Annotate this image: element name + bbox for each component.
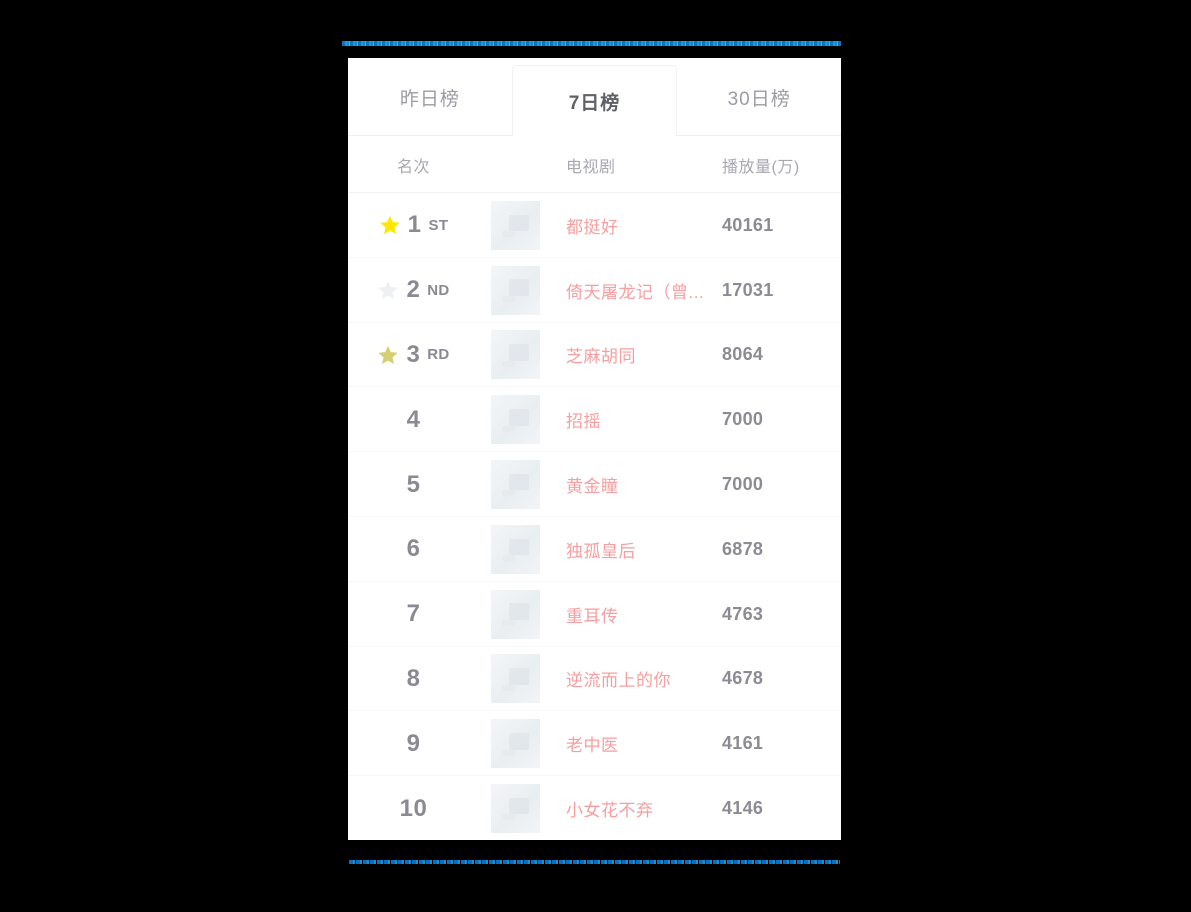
rank-cell: 4 — [348, 405, 479, 433]
table-row[interactable]: 4 招摇 7000 — [348, 387, 841, 452]
rank-number: 6 — [406, 535, 421, 563]
rank-cell: 6 — [348, 537, 479, 561]
table-row[interactable]: 3 RD 芝麻胡同 8064 — [348, 323, 841, 388]
tab-label: 30日榜 — [727, 88, 791, 110]
rank-number: 1 — [407, 211, 422, 239]
bottom-accent-bar — [349, 860, 840, 864]
show-thumbnail[interactable] — [491, 719, 540, 769]
thumbnail-cell — [479, 200, 552, 250]
tab-2[interactable]: 30日榜 — [677, 58, 841, 136]
thumbnail-cell — [479, 654, 552, 704]
column-header-title: 电视剧 — [552, 153, 710, 177]
play-count: 7000 — [722, 409, 764, 430]
show-title[interactable]: 老中医 — [552, 731, 710, 756]
show-title[interactable]: 都挺好 — [552, 213, 710, 238]
show-thumbnail[interactable] — [491, 524, 540, 574]
tab-1[interactable]: 7日榜 — [511, 65, 678, 136]
tab-label: 7日榜 — [568, 92, 621, 114]
show-thumbnail[interactable] — [491, 265, 540, 315]
rank-cell: 5 — [348, 470, 479, 498]
gold-star-icon — [380, 216, 400, 235]
thumbnail-cell — [479, 265, 552, 315]
table-row[interactable]: 2 ND 倚天屠龙记（曾... 17031 — [348, 258, 841, 323]
rank-cell: 7 — [348, 602, 479, 626]
thumbnail-cell — [479, 330, 552, 380]
show-thumbnail[interactable] — [491, 589, 540, 639]
silver-star-icon — [378, 281, 399, 300]
rank-cell: 10 — [348, 794, 479, 822]
rank-cell: 9 — [348, 729, 479, 757]
rank-number: 9 — [406, 729, 421, 757]
rank-suffix: RD — [427, 346, 450, 364]
show-title[interactable]: 黄金瞳 — [552, 472, 710, 497]
column-header-plays-label: 播放量(万) — [722, 158, 800, 176]
show-title[interactable]: 小女花不弃 — [552, 796, 710, 821]
rank-number: 5 — [406, 470, 421, 498]
show-title[interactable]: 逆流而上的你 — [552, 666, 710, 691]
thumbnail-cell — [479, 719, 552, 769]
bronze-star-icon — [378, 345, 399, 365]
play-count: 17031 — [722, 279, 774, 300]
thumbnail-cell — [479, 524, 552, 574]
show-thumbnail[interactable] — [491, 200, 540, 250]
show-title[interactable]: 重耳传 — [552, 602, 710, 627]
thumbnail-cell — [479, 784, 552, 834]
show-thumbnail[interactable] — [491, 654, 540, 704]
rank-number: 10 — [399, 794, 428, 822]
column-header-title-label: 电视剧 — [566, 158, 616, 176]
screen: 昨日榜 7日榜 30日榜 名次 电视剧 播放量(万) 1 ST 都挺好 40161 2 ND 倚… — [0, 0, 1191, 912]
table-row[interactable]: 7 重耳传 4763 — [348, 582, 841, 647]
show-title[interactable]: 独孤皇后 — [552, 537, 710, 562]
rank-number: 4 — [406, 405, 421, 433]
show-thumbnail[interactable] — [491, 784, 540, 834]
show-title[interactable]: 倚天屠龙记（曾... — [552, 278, 710, 303]
rank-cell: 3 RD — [348, 340, 479, 368]
play-count: 40161 — [722, 214, 774, 235]
play-count: 7000 — [722, 474, 764, 495]
rank-number: 3 — [406, 340, 421, 368]
rank-number: 8 — [406, 664, 421, 692]
rank-cell: 8 — [348, 664, 479, 692]
play-count: 8064 — [722, 344, 764, 365]
table-row[interactable]: 8 逆流而上的你 4678 — [348, 647, 841, 712]
show-thumbnail[interactable] — [491, 395, 540, 445]
table-row[interactable]: 9 老中医 4161 — [348, 711, 841, 776]
rank-cell: 2 ND — [348, 278, 479, 302]
show-thumbnail[interactable] — [491, 460, 540, 510]
play-count: 4146 — [722, 798, 764, 819]
column-header-row: 名次 电视剧 播放量(万) — [348, 136, 841, 193]
tab-0[interactable]: 昨日榜 — [348, 58, 512, 136]
table-row[interactable]: 6 独孤皇后 6878 — [348, 517, 841, 582]
thumbnail-cell — [479, 589, 552, 639]
table-row[interactable]: 1 ST 都挺好 40161 — [348, 193, 841, 258]
tab-bar: 昨日榜 7日榜 30日榜 — [348, 58, 841, 136]
show-title[interactable]: 芝麻胡同 — [552, 342, 710, 367]
column-header-rank-label: 名次 — [396, 158, 430, 176]
play-count: 6878 — [722, 538, 764, 559]
table-row[interactable]: 10 小女花不弃 4146 — [348, 776, 841, 840]
rank-suffix: ST — [428, 216, 449, 234]
ranking-card: 昨日榜 7日榜 30日榜 名次 电视剧 播放量(万) 1 ST 都挺好 40161 2 ND 倚… — [348, 58, 841, 840]
column-header-plays: 播放量(万) — [710, 153, 841, 177]
thumbnail-cell — [479, 395, 552, 445]
play-count: 4678 — [722, 668, 764, 689]
table-row[interactable]: 5 黄金瞳 7000 — [348, 452, 841, 517]
rank-cell: 1 ST — [348, 213, 479, 237]
show-title[interactable]: 招摇 — [552, 407, 710, 432]
rank-number: 2 — [406, 276, 421, 304]
show-thumbnail[interactable] — [491, 330, 540, 380]
play-count: 4763 — [722, 603, 764, 624]
play-count: 4161 — [722, 733, 764, 754]
rank-suffix: ND — [427, 281, 450, 299]
rank-number: 7 — [406, 600, 421, 628]
column-header-rank: 名次 — [348, 153, 479, 177]
top-accent-bar — [342, 41, 841, 46]
ranking-list: 1 ST 都挺好 40161 2 ND 倚天屠龙记（曾... 17031 3 RD 芝麻胡同 8064… — [348, 193, 841, 840]
thumbnail-cell — [479, 460, 552, 510]
tab-label: 昨日榜 — [399, 88, 460, 110]
